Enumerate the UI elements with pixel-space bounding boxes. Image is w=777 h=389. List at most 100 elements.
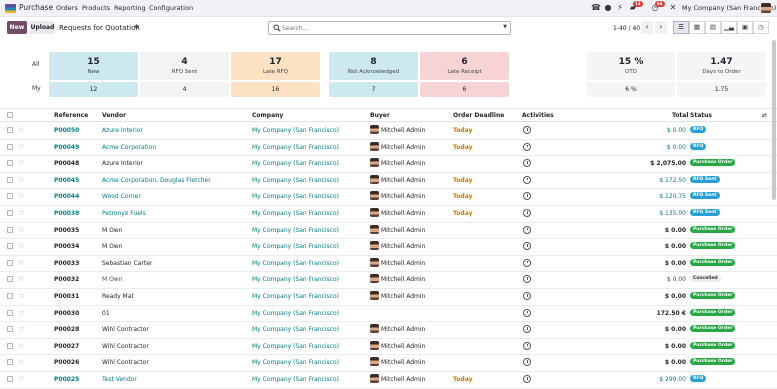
- scrollbar[interactable]: [772, 40, 776, 200]
- row-checkbox[interactable]: [7, 309, 13, 316]
- row-vendor[interactable]: Azure Interior: [102, 160, 143, 167]
- row-buyer[interactable]: Mitchell Admin: [381, 376, 425, 383]
- row-company[interactable]: My Company (San Francisco): [252, 276, 339, 283]
- table-row[interactable]: ☆ P00030 01 My Company (San Francisco) 172.5…: [0, 306, 777, 323]
- chat-icon[interactable]: ▰ 13: [628, 1, 643, 13]
- my-new-count[interactable]: 12: [49, 82, 138, 97]
- table-row[interactable]: ☆ P00045 Acme Corporation, Douglas Fletche…: [0, 173, 777, 190]
- row-vendor[interactable]: Wihl Contractor: [102, 343, 149, 350]
- row-buyer[interactable]: Mitchell Admin: [381, 227, 425, 234]
- row-vendor[interactable]: Acme Corporation: [102, 144, 156, 151]
- row-buyer[interactable]: Mitchell Admin: [381, 276, 425, 283]
- app-name[interactable]: Purchase: [19, 3, 53, 12]
- row-checkbox[interactable]: [7, 376, 13, 382]
- col-reference[interactable]: Reference: [54, 112, 88, 119]
- table-row[interactable]: ☆ P00028 Wihl Contractor My Company (San Fr…: [0, 322, 777, 339]
- activity-clock-icon[interactable]: [523, 358, 531, 367]
- select-all-checkbox[interactable]: [7, 112, 13, 118]
- optional-columns-toggle-icon[interactable]: ⇄: [762, 112, 767, 119]
- row-company[interactable]: My Company (San Francisco): [252, 376, 339, 383]
- my-late-receipt-count[interactable]: 6: [420, 82, 509, 97]
- priority-star-icon[interactable]: ☆: [18, 357, 25, 366]
- graph-view-button[interactable]: ▁▃: [721, 21, 737, 34]
- activity-clock-icon[interactable]: [523, 142, 531, 151]
- my-rfq-sent-count[interactable]: 4: [140, 82, 229, 97]
- table-row[interactable]: ☆ P00027 Wihl Contractor My Company (San Fr…: [0, 339, 777, 356]
- upload-button[interactable]: Upload: [30, 21, 55, 34]
- menu-orders[interactable]: Orders: [56, 4, 78, 12]
- col-activities[interactable]: Activities: [522, 112, 554, 119]
- activity-view-button[interactable]: ◷: [753, 21, 769, 34]
- row-company[interactable]: My Company (San Francisco): [252, 210, 339, 217]
- row-checkbox[interactable]: [7, 210, 13, 216]
- table-row[interactable]: ☆ P00026 Wihl Contractor My Company (San Fr…: [0, 355, 777, 372]
- row-vendor[interactable]: Wihl Contractor: [102, 326, 149, 333]
- activity-clock-icon[interactable]: [523, 209, 531, 217]
- activity-clock-icon[interactable]: [523, 258, 531, 267]
- new-button[interactable]: New: [7, 21, 27, 34]
- table-row[interactable]: ☆ P00048 Azure Interior My Company (San Fra…: [0, 156, 777, 173]
- row-company[interactable]: My Company (San Francisco): [252, 326, 339, 333]
- pager-value[interactable]: 1-40 / 40: [613, 25, 640, 32]
- activity-clock-icon[interactable]: [523, 242, 531, 251]
- my-late-rfq-count[interactable]: 16: [231, 82, 320, 97]
- row-buyer[interactable]: Mitchell Admin: [381, 177, 425, 184]
- row-vendor[interactable]: Sebastian Carter: [102, 260, 152, 267]
- col-status[interactable]: Status: [690, 112, 712, 119]
- table-row[interactable]: ☆ P00035 M Own My Company (San Francisco) Mi…: [0, 223, 777, 240]
- row-company[interactable]: My Company (San Francisco): [252, 359, 339, 366]
- col-company[interactable]: Company: [252, 112, 283, 119]
- phone-icon[interactable]: ☎: [591, 3, 601, 13]
- menu-products[interactable]: Products: [82, 4, 110, 12]
- row-vendor[interactable]: Wihl Contractor: [102, 359, 149, 366]
- row-vendor[interactable]: M Own: [102, 243, 123, 250]
- activity-clock-icon[interactable]: [523, 341, 531, 350]
- row-checkbox[interactable]: [7, 176, 13, 183]
- row-checkbox[interactable]: [7, 293, 13, 299]
- gear-icon[interactable]: ✱: [134, 23, 139, 31]
- row-company[interactable]: My Company (San Francisco): [252, 177, 339, 184]
- row-company[interactable]: My Company (San Francisco): [252, 310, 339, 317]
- row-checkbox[interactable]: [7, 259, 13, 266]
- row-company[interactable]: My Company (San Francisco): [252, 293, 339, 300]
- row-vendor[interactable]: Ready Mat: [102, 293, 134, 300]
- row-company[interactable]: My Company (San Francisco): [252, 343, 339, 350]
- tile-new[interactable]: 15 New: [49, 52, 138, 80]
- activity-clock-icon[interactable]: [523, 175, 531, 184]
- col-vendor[interactable]: Vendor: [102, 112, 126, 119]
- row-company[interactable]: My Company (San Francisco): [252, 260, 339, 267]
- apps-menu-icon[interactable]: [5, 4, 16, 13]
- row-checkbox[interactable]: [7, 193, 13, 200]
- menu-configuration[interactable]: Configuration: [149, 4, 193, 12]
- priority-star-icon[interactable]: ☆: [18, 258, 25, 267]
- row-buyer[interactable]: Mitchell Admin: [381, 343, 425, 350]
- my-not-acknowledged-count[interactable]: 7: [329, 82, 418, 97]
- row-checkbox[interactable]: [7, 276, 13, 283]
- priority-star-icon[interactable]: ☆: [18, 241, 25, 250]
- row-checkbox[interactable]: [7, 342, 13, 349]
- activity-clock-icon[interactable]: [523, 292, 531, 300]
- table-row[interactable]: ☆ P00031 Ready Mat My Company (San Francisc…: [0, 289, 777, 306]
- row-checkbox[interactable]: [7, 326, 13, 333]
- priority-star-icon[interactable]: ☆: [18, 191, 25, 200]
- row-buyer[interactable]: Mitchell Admin: [381, 293, 425, 300]
- pager-previous-button[interactable]: ‹: [641, 21, 653, 34]
- row-vendor[interactable]: M Own: [102, 227, 123, 234]
- activity-clock-icon[interactable]: [523, 126, 531, 134]
- row-buyer[interactable]: Mitchell Admin: [381, 326, 425, 333]
- row-buyer[interactable]: Mitchell Admin: [381, 243, 425, 250]
- kanban-view-button[interactable]: ▦: [689, 21, 705, 34]
- priority-star-icon[interactable]: ☆: [18, 225, 25, 234]
- table-row[interactable]: ☆ P00044 Wood Corner My Company (San Franci…: [0, 189, 777, 206]
- row-vendor[interactable]: Wood Corner: [102, 193, 141, 200]
- activity-clock-icon[interactable]: ◷ 64: [650, 1, 665, 13]
- row-company[interactable]: My Company (San Francisco): [252, 144, 339, 151]
- table-row[interactable]: ☆ P00025 Test Vendor My Company (San Franci…: [0, 372, 777, 389]
- row-vendor[interactable]: M Own: [102, 276, 123, 283]
- table-row[interactable]: ☆ P00049 Acme Corporation My Company (San F…: [0, 140, 777, 157]
- activity-clock-icon[interactable]: [523, 192, 531, 201]
- priority-star-icon[interactable]: ☆: [18, 142, 25, 151]
- priority-star-icon[interactable]: ☆: [18, 175, 25, 184]
- row-buyer[interactable]: Mitchell Admin: [381, 210, 425, 217]
- priority-star-icon[interactable]: ☆: [18, 158, 25, 167]
